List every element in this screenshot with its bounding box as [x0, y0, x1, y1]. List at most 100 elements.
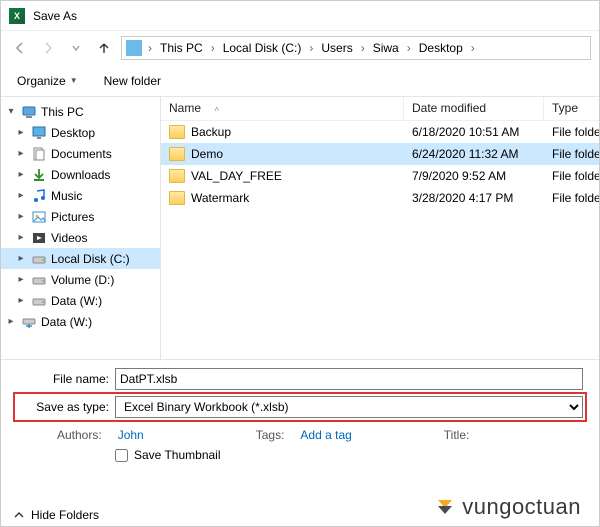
file-type: File folder	[544, 169, 599, 183]
netdrive-icon	[21, 314, 37, 330]
authors-value[interactable]: John	[118, 428, 144, 442]
tree-caret-icon[interactable]	[15, 190, 27, 201]
organize-button[interactable]: Organize ▼	[13, 71, 82, 91]
body: This PC Desktop Documents Downloads Music Pic…	[1, 97, 599, 359]
toolbar: Organize ▼ New folder	[1, 65, 599, 97]
file-date: 3/28/2020 4:17 PM	[404, 191, 544, 205]
nav-back-button[interactable]	[9, 37, 31, 59]
tree-item[interactable]: Documents	[1, 143, 160, 164]
breadcrumb-item[interactable]: Local Disk (C:)	[219, 41, 306, 55]
filename-row: File name:	[17, 368, 583, 390]
col-name-label: Name	[169, 101, 201, 115]
file-date: 6/24/2020 11:32 AM	[404, 147, 544, 161]
chevron-right-icon: ›	[146, 41, 154, 55]
tree-item[interactable]: Downloads	[1, 164, 160, 185]
tree-caret-icon[interactable]	[15, 169, 27, 180]
column-header-type[interactable]: Type	[544, 97, 599, 120]
tree-item-label: Volume (D:)	[51, 273, 114, 287]
tree-caret-icon[interactable]	[5, 316, 17, 327]
savetype-select[interactable]: Excel Binary Workbook (*.xlsb)	[115, 396, 583, 418]
nav-up-button[interactable]	[93, 37, 115, 59]
pictures-icon	[31, 209, 47, 225]
tree-item-label: Data (W:)	[41, 315, 92, 329]
tree-item[interactable]: Local Disk (C:)	[1, 248, 160, 269]
documents-icon	[31, 146, 47, 162]
tree-caret-icon[interactable]	[15, 127, 27, 138]
file-row[interactable]: VAL_DAY_FREE 7/9/2020 9:52 AMFile folder	[161, 165, 599, 187]
file-name: VAL_DAY_FREE	[191, 169, 282, 183]
save-form: File name: Save as type: Excel Binary Wo…	[1, 359, 599, 468]
file-type: File folder	[544, 125, 599, 139]
column-headers[interactable]: Name ˄ Date modified Type	[161, 97, 599, 121]
chevron-right-icon: ›	[405, 41, 413, 55]
downloads-icon	[31, 167, 47, 183]
title-label: Title:	[444, 428, 470, 442]
chevron-down-icon: ▼	[70, 76, 78, 85]
tree-caret-icon[interactable]	[15, 295, 27, 306]
file-list[interactable]: Name ˄ Date modified Type Backup6/18/202…	[161, 97, 599, 359]
sort-ascending-icon: ˄	[214, 105, 219, 114]
chevron-right-icon: ›	[359, 41, 367, 55]
new-folder-label: New folder	[104, 74, 161, 88]
file-date: 7/9/2020 9:52 AM	[404, 169, 544, 183]
column-header-name[interactable]: Name ˄	[161, 97, 404, 120]
tree-caret-icon[interactable]	[15, 148, 27, 159]
chevron-right-icon: ›	[307, 41, 315, 55]
folder-icon	[169, 147, 185, 161]
pc-icon	[126, 40, 142, 56]
tree-item[interactable]: This PC	[1, 101, 160, 122]
tree-caret-icon[interactable]	[15, 274, 27, 285]
tree-item-label: Music	[51, 189, 82, 203]
tree-caret-icon[interactable]	[15, 253, 27, 264]
pc-icon	[21, 104, 37, 120]
tree-item[interactable]: Videos	[1, 227, 160, 248]
nav-recent-dropdown[interactable]	[65, 37, 87, 59]
tree-item[interactable]: Music	[1, 185, 160, 206]
nav-forward-button[interactable]	[37, 37, 59, 59]
tree-item-label: Downloads	[51, 168, 110, 182]
tree-item[interactable]: Data (W:)	[1, 290, 160, 311]
new-folder-button[interactable]: New folder	[100, 71, 165, 91]
file-row[interactable]: Watermark3/28/2020 4:17 PMFile folder	[161, 187, 599, 209]
tree-item[interactable]: Desktop	[1, 122, 160, 143]
metadata-row: Authors: John Tags: Add a tag Title:	[17, 424, 583, 442]
file-type: File folder	[544, 147, 599, 161]
filename-input[interactable]	[115, 368, 583, 390]
folder-tree[interactable]: This PC Desktop Documents Downloads Music Pic…	[1, 97, 161, 359]
watermark-text: vungoctuan	[462, 494, 581, 520]
savetype-row: Save as type: Excel Binary Workbook (*.x…	[17, 396, 583, 418]
hide-folders-button[interactable]: Hide Folders	[13, 508, 99, 522]
organize-label: Organize	[17, 74, 66, 88]
file-row[interactable]: Backup6/18/2020 10:51 AMFile folder	[161, 121, 599, 143]
tree-item-label: This PC	[41, 105, 84, 119]
chevron-right-icon: ›	[209, 41, 217, 55]
column-header-date[interactable]: Date modified	[404, 97, 544, 120]
tags-value[interactable]: Add a tag	[300, 428, 351, 442]
tree-item-label: Pictures	[51, 210, 94, 224]
file-type: File folder	[544, 191, 599, 205]
chevron-right-icon: ›	[469, 41, 477, 55]
tree-caret-icon[interactable]	[15, 211, 27, 222]
tree-item[interactable]: Volume (D:)	[1, 269, 160, 290]
breadcrumb-item[interactable]: Desktop	[415, 41, 467, 55]
breadcrumb-item[interactable]: This PC	[156, 41, 207, 55]
save-thumbnail-checkbox[interactable]	[115, 449, 128, 462]
tree-item[interactable]: Pictures	[1, 206, 160, 227]
breadcrumb[interactable]: › This PC › Local Disk (C:) › Users › Si…	[121, 36, 591, 60]
tree-item-label: Desktop	[51, 126, 95, 140]
watermark-icon	[434, 496, 456, 518]
drive-icon	[31, 293, 47, 309]
tree-item-label: Videos	[51, 231, 87, 245]
tree-item[interactable]: Data (W:)	[1, 311, 160, 332]
nav-row: › This PC › Local Disk (C:) › Users › Si…	[1, 31, 599, 65]
breadcrumb-item[interactable]: Users	[317, 41, 356, 55]
file-row[interactable]: Demo 6/24/2020 11:32 AMFile folder	[161, 143, 599, 165]
tree-caret-icon[interactable]	[5, 106, 17, 117]
tags-label: Tags:	[256, 428, 285, 442]
drive-icon	[31, 251, 47, 267]
save-thumbnail-row: Save Thumbnail	[17, 442, 583, 462]
watermark: vungoctuan	[434, 494, 581, 520]
file-name: Demo	[191, 147, 223, 161]
tree-caret-icon[interactable]	[15, 232, 27, 243]
breadcrumb-item[interactable]: Siwa	[369, 41, 403, 55]
